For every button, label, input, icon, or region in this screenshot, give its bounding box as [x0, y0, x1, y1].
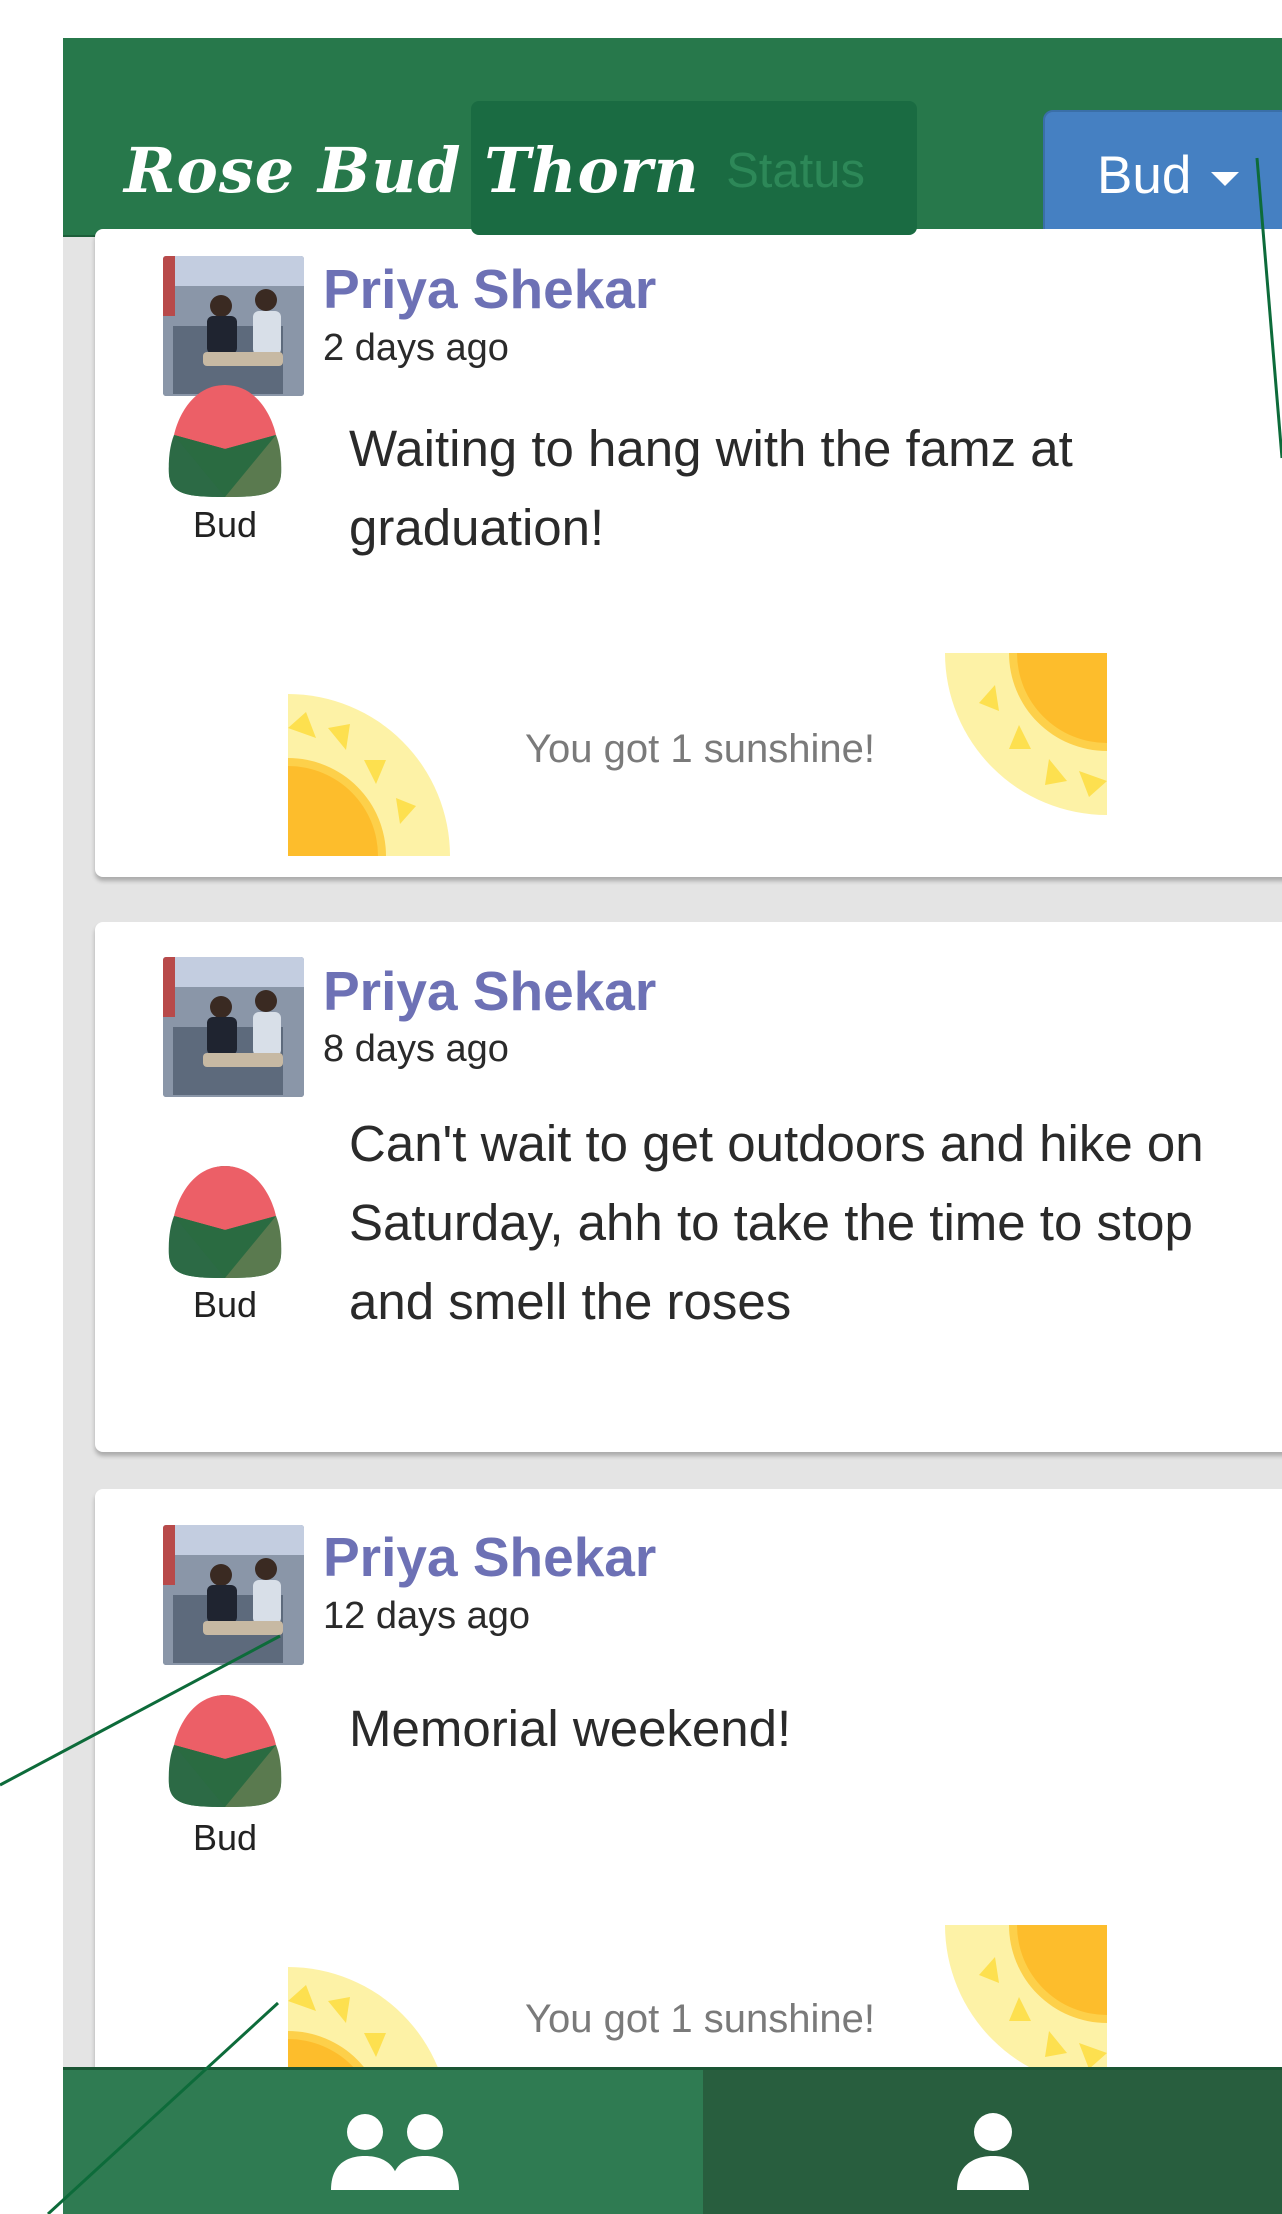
author-avatar[interactable]	[163, 957, 304, 1097]
sun-icon[interactable]	[288, 694, 450, 856]
post-text: Can't wait to get outdoors and hike on S…	[349, 1115, 1204, 1330]
post-type-label: Bud	[192, 1284, 258, 1325]
status-bar-area	[63, 0, 1282, 38]
post-type-label: Bud	[192, 504, 258, 545]
post-card: Priya Shekar 2 days ago Bud Waiting to h…	[95, 229, 1282, 877]
sunshine-count: You got 1 sunshine!	[525, 1997, 875, 2041]
bud-icon	[165, 1689, 285, 1809]
post-type-label: Bud	[192, 1817, 258, 1858]
post-time: 8 days ago	[323, 1028, 509, 1070]
sun-icon[interactable]	[945, 1925, 1107, 2087]
person-icon	[957, 2113, 1029, 2190]
sun-icon[interactable]	[945, 653, 1107, 815]
post-time: 12 days ago	[323, 1595, 531, 1637]
sunshine-count: You got 1 sunshine!	[525, 727, 875, 771]
caret-down-icon	[1211, 172, 1240, 186]
app-header: Status Rose Bud Thorn Bud	[63, 38, 1282, 240]
bottom-nav	[63, 2067, 1282, 2214]
post-text: Waiting to hang with the famz at graduat…	[349, 420, 1073, 556]
app-title: Rose Bud Thorn	[124, 134, 700, 207]
type-dropdown-label: Bud	[1097, 146, 1192, 205]
group-icon	[331, 2114, 459, 2190]
bud-icon	[165, 1160, 285, 1280]
tab-feed[interactable]	[63, 2070, 703, 2214]
post-card: Priya Shekar 12 days ago Bud Memorial we…	[95, 1489, 1282, 2129]
post-text: Memorial weekend!	[349, 1700, 792, 1757]
post-time: 2 days ago	[323, 327, 509, 369]
author-avatar[interactable]	[163, 256, 304, 396]
bud-icon	[165, 379, 285, 499]
author-name[interactable]: Priya Shekar	[323, 257, 656, 321]
app-screen: Status Rose Bud Thorn Bud Priya Shekar 2…	[63, 0, 1282, 2214]
tab-profile[interactable]	[703, 2070, 1282, 2214]
post-card: Priya Shekar 8 days ago Bud Can't wait t…	[95, 922, 1282, 1452]
author-avatar[interactable]	[163, 1525, 304, 1665]
author-name[interactable]: Priya Shekar	[323, 1525, 656, 1589]
type-dropdown-button[interactable]: Bud	[1043, 110, 1282, 240]
author-name[interactable]: Priya Shekar	[323, 959, 656, 1023]
